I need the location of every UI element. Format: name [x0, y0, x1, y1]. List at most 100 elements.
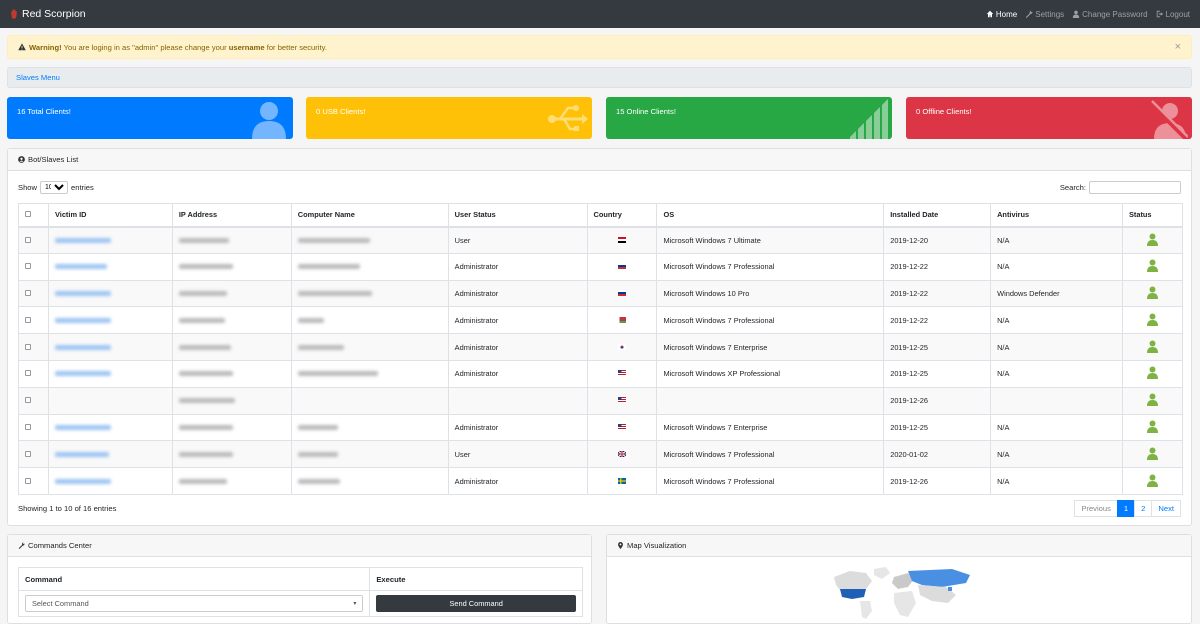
victim-id-cell[interactable]: [47, 333, 173, 361]
status-cell[interactable]: [1121, 226, 1184, 254]
table-row[interactable]: 2019-12-26: [18, 386, 1184, 415]
victim-id-cell[interactable]: [47, 413, 173, 442]
row-checkbox[interactable]: [25, 370, 31, 377]
col-installed-date[interactable]: Installed Date: [883, 203, 992, 228]
victim-id-link[interactable]: [54, 264, 107, 270]
victim-id-link[interactable]: [54, 317, 111, 323]
status-cell[interactable]: [1121, 440, 1184, 469]
row-checkbox-cell[interactable]: [18, 440, 49, 469]
row-checkbox[interactable]: [25, 236, 31, 243]
row-checkbox-cell[interactable]: [18, 333, 49, 361]
status-cell[interactable]: [1121, 467, 1184, 495]
victim-id-cell[interactable]: [47, 226, 173, 254]
online-user-icon[interactable]: [1146, 340, 1158, 353]
row-checkbox-cell[interactable]: [18, 413, 49, 442]
victim-id-cell[interactable]: [47, 440, 173, 469]
table-row[interactable]: Administrator Microsoft Windows 7 Profess…: [18, 306, 1184, 335]
col-ip-address[interactable]: IP Address: [171, 203, 292, 228]
online-user-icon[interactable]: [1146, 474, 1158, 487]
victim-id-cell[interactable]: [47, 252, 173, 281]
nav-logout[interactable]: Logout: [1156, 10, 1190, 19]
command-select[interactable]: Select Command ▾: [25, 595, 364, 612]
nav-home[interactable]: Home: [986, 10, 1017, 19]
nav-settings[interactable]: Settings: [1025, 10, 1064, 19]
stat-total-clients[interactable]: 16 Total Clients!: [7, 97, 293, 139]
table-row[interactable]: Administrator Microsoft Windows 7 Profess…: [18, 252, 1184, 281]
online-user-icon[interactable]: [1146, 286, 1158, 299]
pagination-page-2[interactable]: 2: [1134, 500, 1153, 517]
row-checkbox[interactable]: [25, 450, 31, 457]
victim-id-cell[interactable]: [47, 467, 173, 495]
select-all-header[interactable]: [18, 203, 49, 228]
row-checkbox[interactable]: [25, 316, 31, 323]
row-checkbox[interactable]: [25, 397, 31, 404]
world-map[interactable]: [822, 567, 982, 619]
table-row[interactable]: User Microsoft Windows 7 Ultimate 2019-12-…: [18, 226, 1184, 254]
slaves-menu-link[interactable]: Slaves Menu: [16, 73, 60, 82]
victim-id-link[interactable]: [54, 290, 111, 296]
victim-id-cell[interactable]: [47, 386, 173, 415]
row-checkbox-cell[interactable]: [18, 226, 49, 254]
table-row[interactable]: User Microsoft Windows 7 Professional 2020…: [18, 440, 1184, 469]
online-user-icon[interactable]: [1146, 233, 1158, 246]
stat-usb-clients[interactable]: 0 USB Clients!: [306, 97, 592, 139]
online-user-icon[interactable]: [1146, 259, 1158, 273]
row-checkbox-cell[interactable]: [18, 386, 49, 415]
victim-id-link[interactable]: [54, 478, 111, 484]
row-checkbox[interactable]: [25, 263, 31, 270]
pagination-next[interactable]: Next: [1151, 500, 1181, 517]
select-all-checkbox[interactable]: [25, 211, 31, 218]
row-checkbox[interactable]: [25, 477, 31, 484]
pagination-previous[interactable]: Previous: [1074, 500, 1118, 517]
alert-close-button[interactable]: ×: [1175, 41, 1181, 53]
victim-id-link[interactable]: [54, 371, 111, 377]
status-cell[interactable]: [1121, 252, 1184, 281]
status-cell[interactable]: [1121, 413, 1184, 442]
victim-id-link[interactable]: [54, 237, 111, 243]
status-cell[interactable]: [1121, 306, 1184, 335]
victim-id-link[interactable]: [54, 451, 109, 457]
row-checkbox[interactable]: [25, 343, 31, 350]
row-checkbox[interactable]: [25, 423, 31, 430]
stat-offline-clients[interactable]: 0 Offline Clients!: [906, 97, 1192, 139]
row-checkbox-cell[interactable]: [18, 306, 49, 335]
row-checkbox-cell[interactable]: [18, 252, 49, 281]
brand[interactable]: Red Scorpion: [10, 8, 86, 20]
victim-id-cell[interactable]: [47, 359, 173, 388]
victim-id-link[interactable]: [54, 424, 111, 430]
table-row[interactable]: Administrator Microsoft Windows XP Profes…: [18, 359, 1184, 388]
stat-online-clients[interactable]: 15 Online Clients!: [606, 97, 892, 139]
online-user-icon[interactable]: [1146, 366, 1158, 380]
col-os[interactable]: OS: [656, 203, 885, 228]
col-country[interactable]: Country: [586, 203, 658, 228]
row-checkbox-cell[interactable]: [18, 279, 49, 308]
col-victim-id[interactable]: Victim ID: [47, 203, 173, 228]
status-cell[interactable]: [1121, 359, 1184, 388]
row-checkbox-cell[interactable]: [18, 467, 49, 495]
status-cell[interactable]: [1121, 279, 1184, 308]
online-user-icon[interactable]: [1146, 393, 1158, 407]
online-user-icon[interactable]: [1146, 313, 1158, 326]
table-row[interactable]: Administrator Microsoft Windows 7 Profess…: [18, 467, 1184, 495]
col-status[interactable]: Status: [1121, 203, 1184, 228]
online-user-icon[interactable]: [1146, 420, 1158, 433]
row-checkbox[interactable]: [25, 289, 31, 296]
pagination-page-1[interactable]: 1: [1116, 500, 1136, 517]
table-row[interactable]: Administrator Microsoft Windows 7 Enterpr…: [18, 333, 1184, 361]
send-command-button[interactable]: Send Command: [376, 595, 576, 612]
row-checkbox-cell[interactable]: [18, 359, 49, 388]
entries-select[interactable]: 10: [40, 181, 68, 194]
table-row[interactable]: Administrator Microsoft Windows 7 Enterpr…: [18, 413, 1184, 442]
col-user-status[interactable]: User Status: [447, 203, 588, 228]
search-input[interactable]: [1089, 181, 1181, 194]
online-user-icon[interactable]: [1146, 447, 1158, 460]
status-cell[interactable]: [1121, 386, 1184, 415]
table-row[interactable]: Administrator Microsoft Windows 10 Pro 201…: [18, 279, 1184, 308]
col-antivirus[interactable]: Antivirus: [990, 203, 1123, 228]
victim-id-link[interactable]: [54, 344, 111, 350]
nav-change-password[interactable]: Change Password: [1072, 10, 1148, 19]
victim-id-cell[interactable]: [47, 279, 173, 308]
status-cell[interactable]: [1121, 333, 1184, 361]
victim-id-cell[interactable]: [47, 306, 173, 335]
col-computer-name[interactable]: Computer Name: [290, 203, 449, 228]
